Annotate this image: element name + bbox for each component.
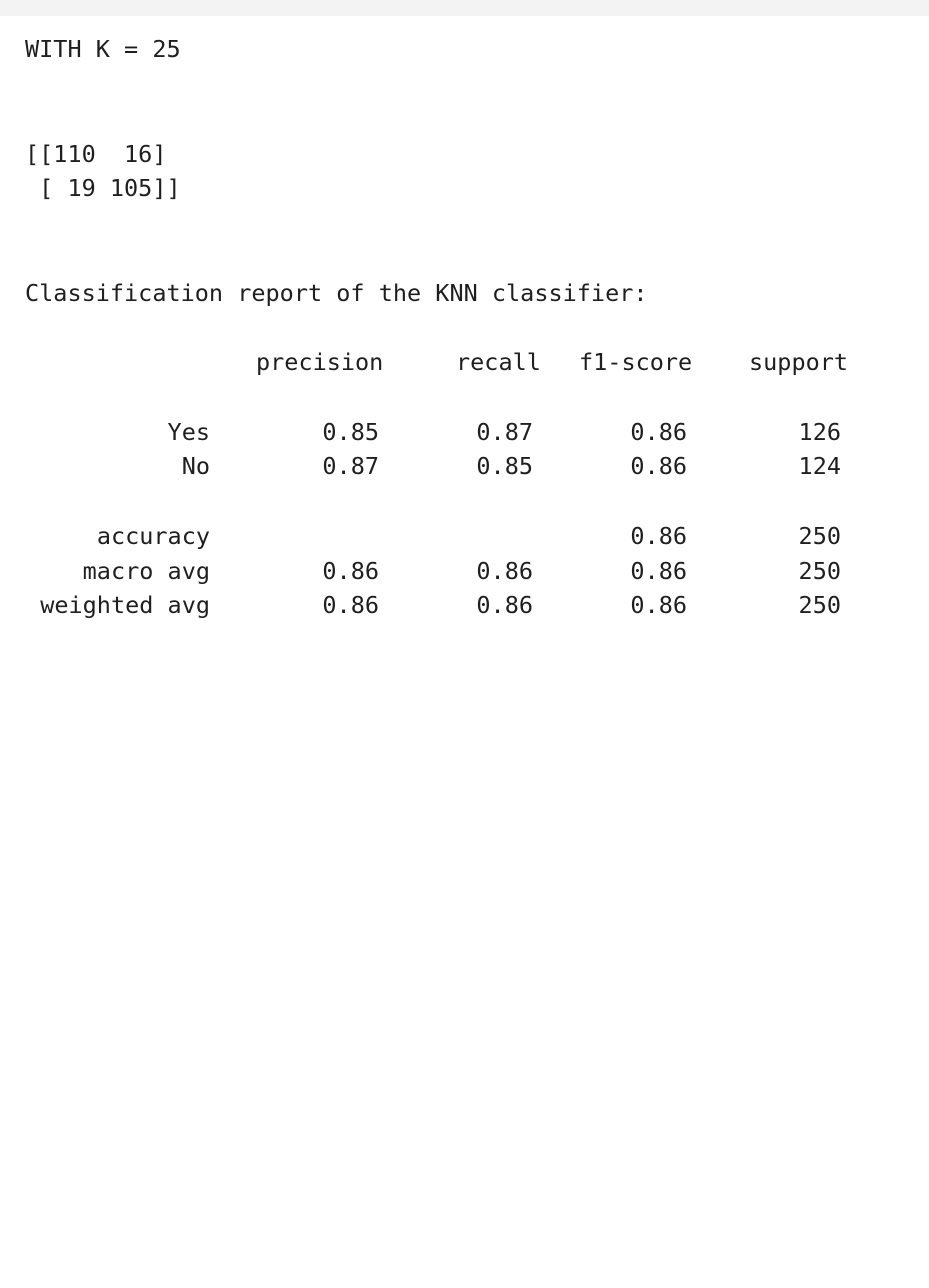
support-weighted-avg: 250	[798, 591, 841, 619]
support-macro-avg: 250	[798, 557, 841, 585]
report-title: Classification report of the KNN classif…	[25, 279, 648, 307]
cell-output: WITH K = 25 [[110 16] [ 19 105]] Classif…	[25, 0, 848, 1288]
header-recall: recall	[456, 348, 541, 376]
header-f1-score: f1-score	[579, 348, 693, 376]
support-yes: 126	[798, 418, 841, 446]
support-no: 124	[798, 452, 841, 480]
header-support: support	[749, 348, 849, 376]
k-heading: WITH K = 25	[25, 35, 181, 63]
output-top-bar	[0, 0, 929, 16]
confusion-matrix-row-2: [ 19 105]]	[25, 174, 181, 202]
header-precision: precision	[256, 348, 384, 376]
confusion-matrix-row-1: [[110 16]	[25, 140, 167, 168]
support-accuracy: 250	[798, 522, 841, 550]
